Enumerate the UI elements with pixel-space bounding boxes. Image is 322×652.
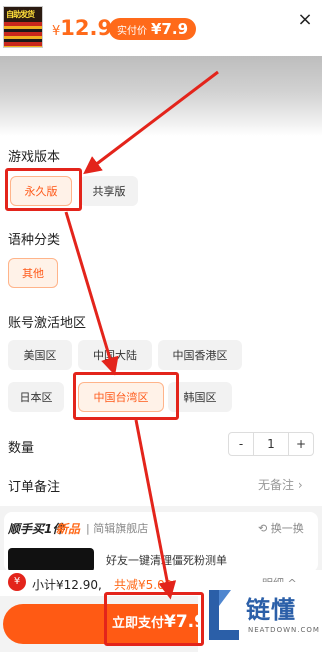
watermark: 链懂 NEATDOWN.COM: [198, 582, 322, 652]
watermark-subtext: NEATDOWN.COM: [248, 626, 320, 634]
watermark-text: 链懂: [246, 596, 296, 624]
bundle-tag: 新品: [56, 522, 81, 536]
subtotal: 小计¥12.90,: [32, 578, 102, 592]
bundle-item-image[interactable]: [8, 548, 94, 572]
product-header: 自助发货 ¥12.9 实付价 ¥7.9 ×: [0, 0, 322, 56]
thumbnail-stripes: [4, 22, 42, 47]
version-title: 游戏版本: [8, 150, 61, 165]
actual-price-value: ¥7.9: [151, 20, 189, 38]
blurred-banner: [0, 56, 322, 136]
actual-price-badge: 实付价 ¥7.9: [109, 18, 197, 40]
pay-label: 立即支付: [112, 616, 165, 631]
quantity-input[interactable]: 1: [253, 433, 289, 455]
bundle-item-desc[interactable]: 好友一键清理僵死粉测单: [106, 552, 227, 568]
option-other[interactable]: 其他: [8, 258, 58, 288]
price-value: 12.9: [60, 16, 113, 40]
saved-amount: 共减¥5.00: [114, 578, 173, 592]
actual-price-label: 实付价: [117, 25, 147, 37]
order-note-value[interactable]: 无备注 ›: [258, 476, 303, 493]
option-region-hongkong[interactable]: 中国香港区: [158, 340, 242, 370]
coupon-icon: ¥: [8, 573, 26, 591]
original-price: ¥12.9: [52, 16, 112, 40]
bundle-card: 顺手买1件 新品 | 简辑旗舰店 ⟲ 换一换 好友一键清理僵死粉测单: [4, 512, 318, 572]
region-title: 账号激活地区: [8, 316, 87, 331]
option-region-korea[interactable]: 韩国区: [168, 382, 232, 412]
option-region-mainland[interactable]: 中国大陆: [78, 340, 152, 370]
close-icon[interactable]: ×: [295, 10, 315, 30]
product-thumbnail: 自助发货: [3, 6, 43, 48]
option-permanent[interactable]: 永久版: [10, 176, 72, 206]
option-region-us[interactable]: 美国区: [8, 340, 72, 370]
option-region-taiwan[interactable]: 中国台湾区: [78, 382, 164, 412]
thumbnail-text: 自助发货: [6, 10, 35, 19]
increment-button[interactable]: +: [289, 433, 313, 455]
option-shared[interactable]: 共享版: [80, 176, 138, 206]
language-title: 语种分类: [8, 233, 61, 248]
order-note-label: 订单备注: [8, 480, 61, 495]
decrement-button[interactable]: -: [229, 433, 253, 455]
option-region-japan[interactable]: 日本区: [8, 382, 64, 412]
swap-button[interactable]: ⟲ 换一换: [258, 520, 304, 536]
quantity-stepper: - 1 +: [228, 432, 314, 456]
bundle-store: | 简辑旗舰店: [86, 522, 149, 535]
watermark-logo-icon: [209, 590, 239, 640]
quantity-label: 数量: [8, 441, 35, 456]
